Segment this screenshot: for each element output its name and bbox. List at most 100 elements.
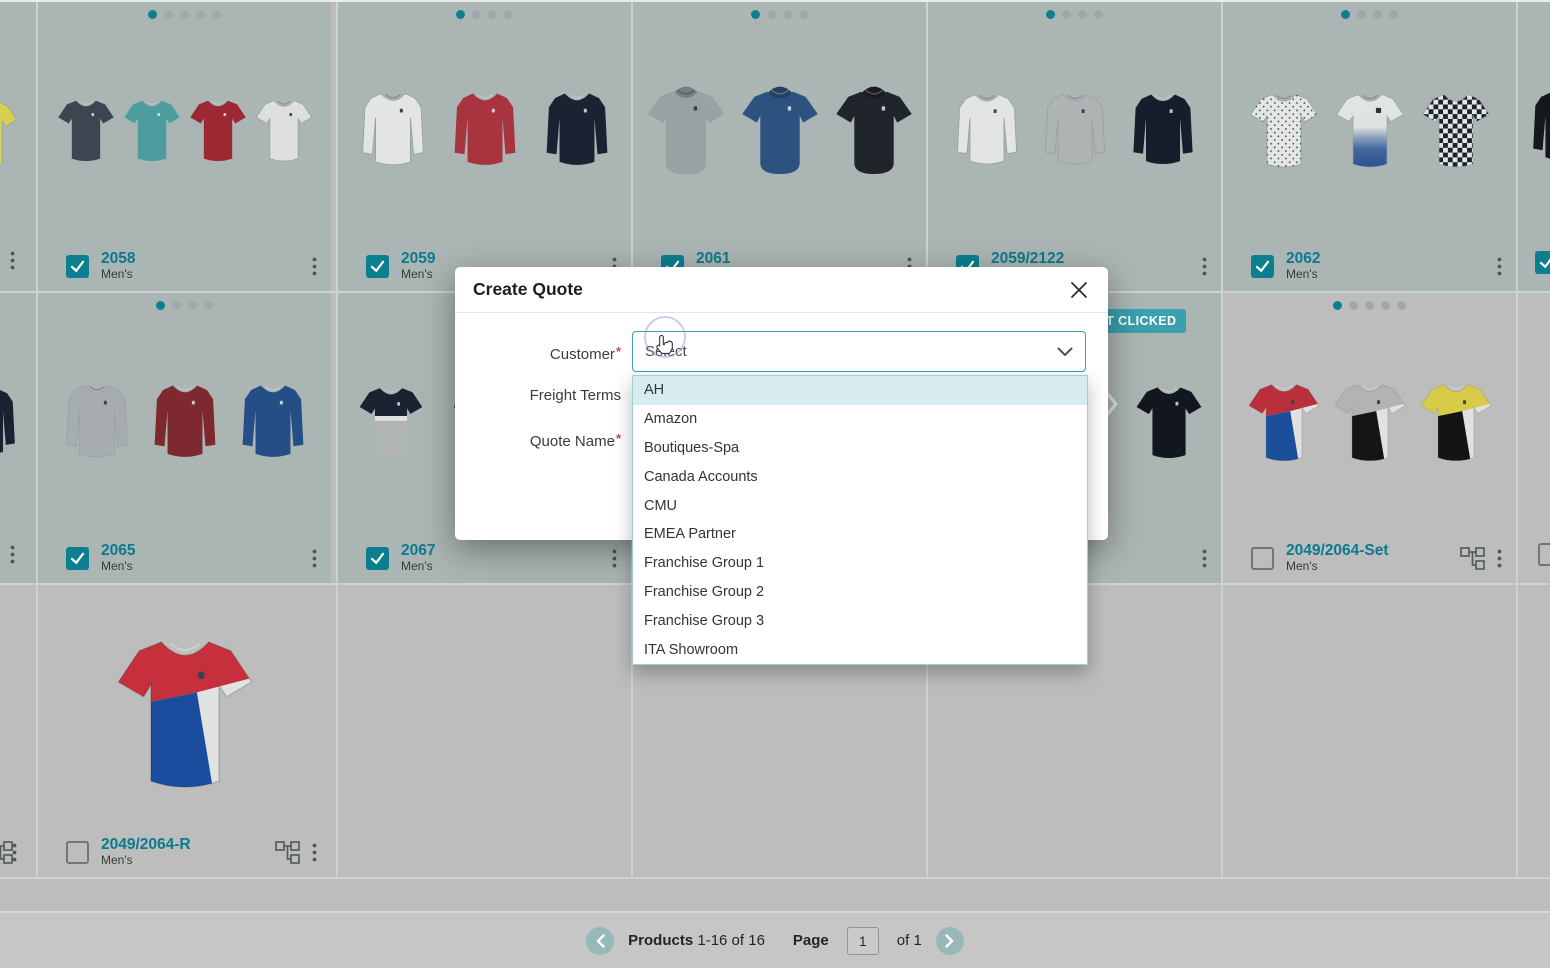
product-code[interactable]: 2062	[1286, 250, 1320, 267]
carousel-dot[interactable]	[1094, 10, 1103, 19]
product-images[interactable]	[1223, 28, 1516, 235]
product-code[interactable]: 2049/2064-R	[101, 836, 191, 853]
carousel-dot[interactable]	[204, 301, 213, 310]
product-code[interactable]: 2049/2064-Set	[1286, 542, 1389, 559]
product-code[interactable]: 2061	[696, 250, 730, 267]
variant-tree-icon[interactable]	[1460, 547, 1485, 570]
kebab-menu-icon[interactable]	[612, 549, 617, 568]
dropdown-option[interactable]: Franchise Group 2	[633, 578, 1087, 607]
product-checkbox[interactable]	[66, 841, 89, 864]
product-code[interactable]: 2058	[101, 250, 135, 267]
garment-thumbnail	[1419, 90, 1493, 173]
next-page-button[interactable]	[936, 927, 964, 955]
carousel-dot[interactable]	[783, 10, 792, 19]
product-images[interactable]	[633, 28, 926, 235]
product-checkbox[interactable]	[1538, 543, 1550, 566]
carousel-dot[interactable]	[504, 10, 513, 19]
required-asterisk: *	[616, 344, 621, 359]
carousel-dot[interactable]	[172, 301, 181, 310]
product-checkbox[interactable]	[1251, 255, 1274, 278]
product-images[interactable]	[338, 28, 631, 235]
carousel-dot[interactable]	[180, 10, 189, 19]
customer-select[interactable]: Select	[632, 331, 1086, 372]
carousel-dot[interactable]	[1349, 301, 1358, 310]
dropdown-option[interactable]: Franchise Group 1	[633, 549, 1087, 578]
dropdown-option[interactable]: EMEA Partner	[633, 520, 1087, 549]
carousel-dot[interactable]	[1046, 10, 1055, 19]
kebab-menu-icon[interactable]	[1202, 257, 1207, 276]
carousel-dots[interactable]	[38, 10, 331, 19]
carousel-dot[interactable]	[488, 10, 497, 19]
product-code[interactable]: 2059/2122	[991, 250, 1064, 267]
carousel-dot[interactable]	[472, 10, 481, 19]
product-checkbox[interactable]	[366, 547, 389, 570]
carousel-dots[interactable]	[633, 10, 926, 19]
dropdown-option[interactable]: Franchise Group 3	[633, 606, 1087, 635]
carousel-dot[interactable]	[1397, 301, 1406, 310]
kebab-menu-icon[interactable]	[10, 545, 15, 564]
product-images[interactable]	[38, 319, 331, 527]
product-code[interactable]: 2065	[101, 542, 135, 559]
product-checkbox[interactable]	[1251, 547, 1274, 570]
product-images[interactable]	[38, 28, 331, 235]
kebab-menu-icon[interactable]	[312, 843, 317, 862]
dropdown-option[interactable]: AH	[633, 376, 1087, 405]
dropdown-option[interactable]: Canada Accounts	[633, 462, 1087, 491]
page-number-input[interactable]: 1	[847, 927, 879, 955]
carousel-dot[interactable]	[1341, 10, 1350, 19]
kebab-menu-icon[interactable]	[10, 251, 15, 270]
carousel-dot[interactable]	[156, 301, 165, 310]
carousel-dot[interactable]	[456, 10, 465, 19]
carousel-dot[interactable]	[1381, 301, 1390, 310]
carousel-dot[interactable]	[1365, 301, 1374, 310]
carousel-dots[interactable]	[1223, 10, 1516, 19]
carousel-dot[interactable]	[1389, 10, 1398, 19]
dropdown-option[interactable]: Boutiques-Spa	[633, 434, 1087, 463]
product-checkbox[interactable]	[66, 547, 89, 570]
prev-page-button[interactable]	[586, 927, 614, 955]
dropdown-option[interactable]: ITA Showroom	[633, 635, 1087, 664]
carousel-dot[interactable]	[799, 10, 808, 19]
carousel-dots[interactable]	[338, 10, 631, 19]
carousel-dot[interactable]	[1357, 10, 1366, 19]
kebab-menu-icon[interactable]	[12, 843, 17, 862]
product-checkbox[interactable]	[366, 255, 389, 278]
carousel-dot[interactable]	[188, 301, 197, 310]
carousel-dots[interactable]	[38, 301, 331, 310]
product-code[interactable]: 2059	[401, 250, 435, 267]
carousel-dot[interactable]	[751, 10, 760, 19]
carousel-dot[interactable]	[1062, 10, 1071, 19]
garment-thumbnail	[1245, 380, 1323, 467]
dropdown-option[interactable]: CMU	[633, 491, 1087, 520]
kebab-menu-icon[interactable]	[1497, 549, 1502, 568]
close-icon[interactable]	[1068, 279, 1090, 301]
product-checkbox[interactable]	[1535, 251, 1550, 274]
kebab-menu-icon[interactable]	[312, 549, 317, 568]
freight-terms-field-label: Freight Terms*	[455, 387, 621, 404]
dropdown-option[interactable]: Amazon	[633, 405, 1087, 434]
product-code[interactable]: 2067	[401, 542, 435, 559]
product-subtitle: Men's	[101, 560, 135, 573]
carousel-dot[interactable]	[1373, 10, 1382, 19]
product-images[interactable]	[1223, 319, 1516, 527]
garment-thumbnail	[0, 98, 20, 172]
carousel-dots[interactable]	[928, 10, 1221, 19]
carousel-dot[interactable]	[767, 10, 776, 19]
carousel-dot[interactable]	[1333, 301, 1342, 310]
carousel-dot[interactable]	[1078, 10, 1087, 19]
product-checkbox[interactable]	[66, 255, 89, 278]
carousel-dot[interactable]	[196, 10, 205, 19]
carousel-dot[interactable]	[164, 10, 173, 19]
carousel-dot[interactable]	[212, 10, 221, 19]
products-count: Products 1-16 of 16	[628, 932, 765, 949]
product-card: 2049/2064-R Men's	[38, 585, 331, 877]
kebab-menu-icon[interactable]	[312, 257, 317, 276]
variant-tree-icon[interactable]	[275, 841, 300, 864]
kebab-menu-icon[interactable]	[1202, 549, 1207, 568]
kebab-menu-icon[interactable]	[1497, 257, 1502, 276]
carousel-dots[interactable]	[1223, 301, 1516, 310]
product-images[interactable]	[928, 28, 1221, 235]
product-images[interactable]	[38, 611, 331, 821]
garment-thumbnail	[950, 90, 1024, 173]
carousel-dot[interactable]	[148, 10, 157, 19]
